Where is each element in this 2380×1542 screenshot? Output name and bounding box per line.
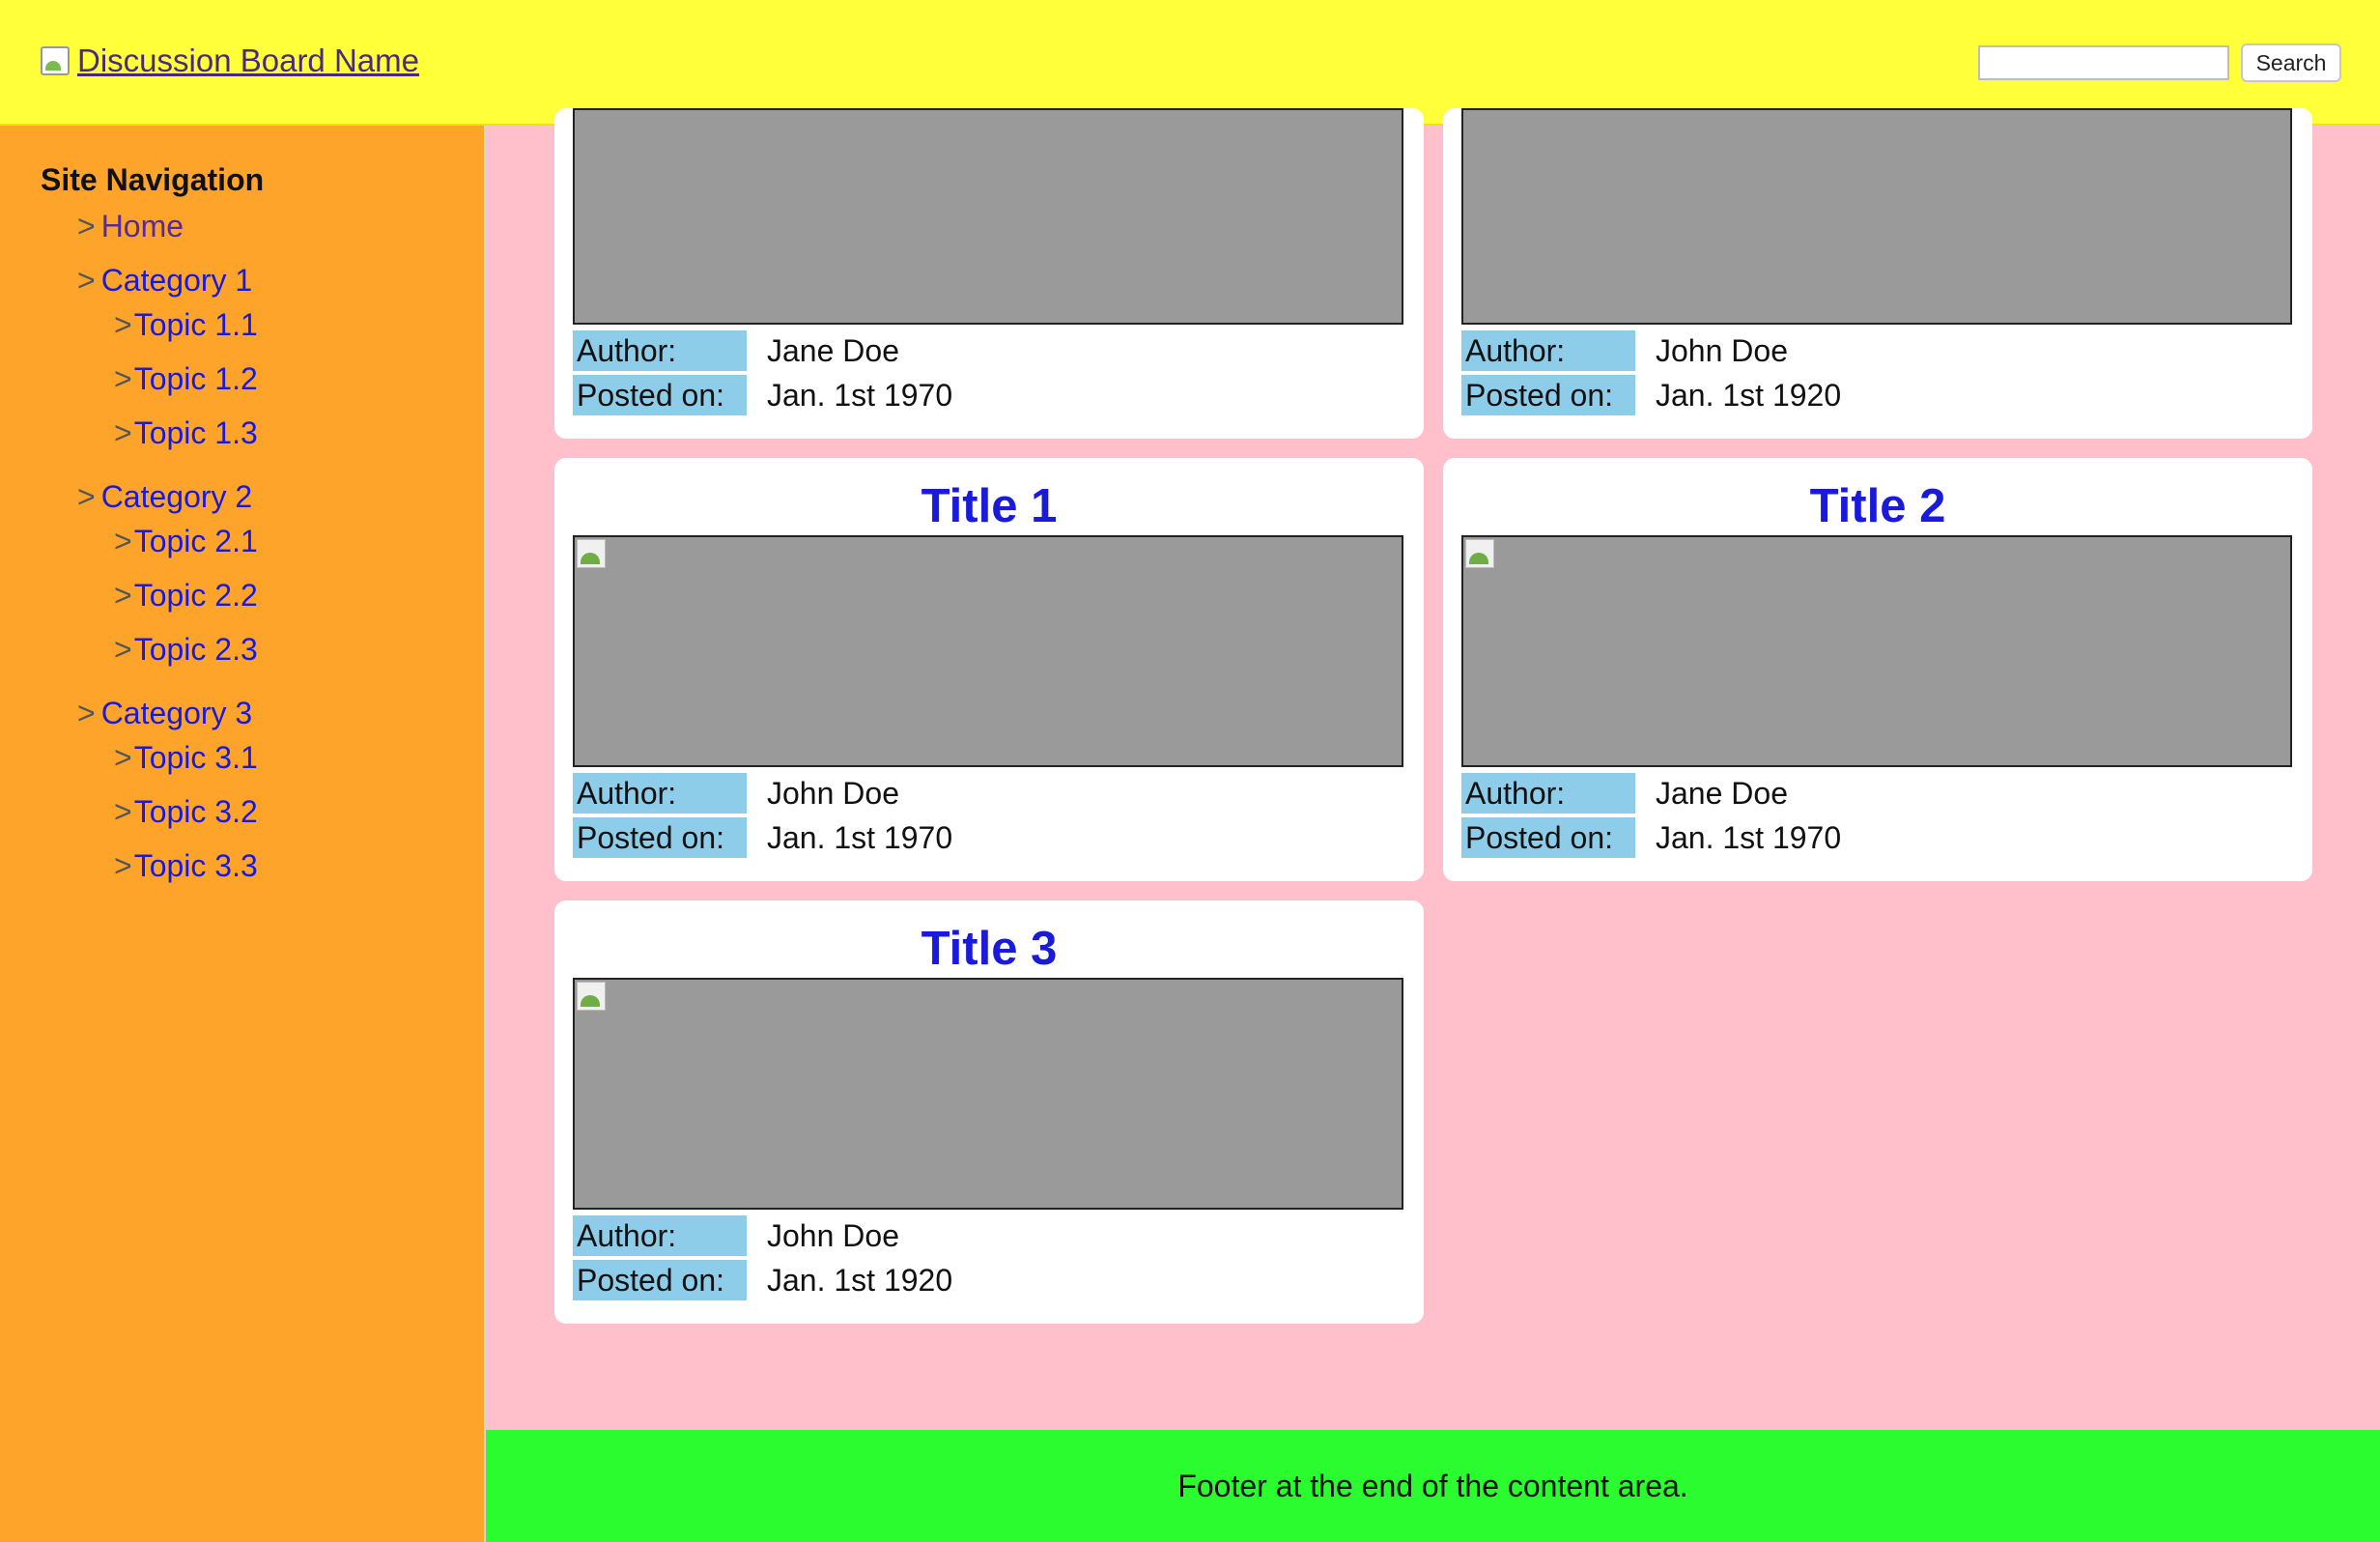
post-title: Title 1 (554, 479, 1424, 533)
brand-label: Discussion Board Name (77, 43, 419, 78)
nav-item-category-1: > Category 1 (77, 263, 252, 299)
nav-item-topic-2-1: >Topic 2.1 (114, 524, 258, 559)
category-3-link[interactable]: Category 3 (101, 696, 253, 730)
author-value: Jane Doe (1656, 776, 1788, 811)
posted-value: Jan. 1st 1970 (767, 820, 953, 855)
topic-1-2-link[interactable]: Topic 1.2 (134, 361, 258, 396)
broken-image-icon (1465, 539, 1494, 568)
topic-3-3-link[interactable]: Topic 3.3 (134, 848, 258, 883)
nav-arrow-icon: > (114, 307, 132, 342)
author-label: Author: (573, 1215, 747, 1256)
home-link[interactable]: Home (101, 209, 184, 243)
nav-item-topic-2-3: >Topic 2.3 (114, 632, 258, 668)
post-title: Title 2 (1443, 479, 2312, 533)
nav-arrow-icon: > (114, 632, 132, 667)
nav-item-topic-2-2: >Topic 2.2 (114, 578, 258, 614)
broken-image-icon (577, 539, 606, 568)
author-label: Author: (1461, 773, 1635, 814)
post-title-link[interactable]: Title 1 (921, 480, 1058, 532)
post-card: Author: John Doe Posted on: Jan. 1st 192… (1443, 108, 2312, 439)
category-1-link[interactable]: Category 1 (101, 263, 253, 298)
nav-item-topic-3-1: >Topic 3.1 (114, 740, 258, 776)
topic-2-1-link[interactable]: Topic 2.1 (134, 524, 258, 558)
search-input[interactable] (1978, 45, 2229, 80)
topic-2-3-link[interactable]: Topic 2.3 (134, 632, 258, 667)
author-value: Jane Doe (767, 333, 899, 368)
nav-item-topic-1-2: >Topic 1.2 (114, 361, 258, 397)
nav-item-topic-1-1: >Topic 1.1 (114, 307, 258, 343)
nav-item-home: > Home (77, 209, 184, 244)
post-image (573, 978, 1403, 1210)
nav-arrow-icon: > (114, 524, 132, 558)
nav-arrow-icon: > (114, 361, 132, 396)
topic-1-1-link[interactable]: Topic 1.1 (134, 307, 258, 342)
nav-item-topic-3-2: >Topic 3.2 (114, 794, 258, 830)
author-label: Author: (1461, 330, 1635, 371)
posted-label: Posted on: (573, 817, 747, 858)
posted-label: Posted on: (1461, 817, 1635, 858)
post-card: Title 1 Author: John Doe Posted on: Jan.… (554, 458, 1424, 881)
nav-arrow-icon: > (114, 794, 132, 829)
author-label: Author: (573, 330, 747, 371)
nav-arrow-icon: > (114, 848, 132, 883)
post-image (573, 108, 1403, 325)
post-image (1461, 108, 2292, 325)
topic-2-2-link[interactable]: Topic 2.2 (134, 578, 258, 613)
post-title: Title 3 (554, 922, 1424, 976)
nav-arrow-icon: > (77, 479, 96, 514)
author-label: Author: (573, 773, 747, 814)
header-bar: Discussion Board Name Search (0, 0, 2380, 126)
author-value: John Doe (767, 776, 899, 811)
nav-arrow-icon: > (77, 209, 96, 243)
nav-item-topic-3-3: >Topic 3.3 (114, 848, 258, 884)
post-title-link[interactable]: Title 2 (1810, 480, 1946, 532)
posted-value: Jan. 1st 1970 (1656, 820, 1842, 855)
post-image (573, 535, 1403, 767)
search-button[interactable]: Search (2241, 43, 2341, 82)
nav-item-category-2: > Category 2 (77, 479, 252, 515)
sidebar: Site Navigation > Home > Category 1 >Topic… (0, 126, 486, 1542)
post-image (1461, 535, 2292, 767)
brand-link[interactable]: Discussion Board Name (41, 43, 419, 79)
nav-arrow-icon: > (114, 740, 132, 775)
nav-arrow-icon: > (114, 415, 132, 450)
posted-value: Jan. 1st 1920 (1656, 378, 1842, 413)
post-card: Author: Jane Doe Posted on: Jan. 1st 197… (554, 108, 1424, 439)
footer-text: Footer at the end of the content area. (1177, 1468, 1688, 1503)
nav-item-topic-1-3: >Topic 1.3 (114, 415, 258, 451)
posted-label: Posted on: (573, 375, 747, 415)
author-value: John Doe (1656, 333, 1788, 368)
posted-label: Posted on: (1461, 375, 1635, 415)
posted-value: Jan. 1st 1970 (767, 378, 953, 413)
category-2-link[interactable]: Category 2 (101, 479, 253, 514)
nav-arrow-icon: > (77, 263, 96, 298)
topic-3-1-link[interactable]: Topic 3.1 (134, 740, 258, 775)
nav-title: Site Navigation (41, 162, 265, 197)
nav-item-category-3: > Category 3 (77, 696, 252, 731)
post-card: Title 3 Author: John Doe Posted on: Jan.… (554, 900, 1424, 1324)
nav-arrow-icon: > (77, 696, 96, 730)
post-card: Title 2 Author: Jane Doe Posted on: Jan.… (1443, 458, 2312, 881)
broken-image-icon (577, 982, 606, 1011)
author-value: John Doe (767, 1218, 899, 1253)
posted-label: Posted on: (573, 1260, 747, 1300)
nav-arrow-icon: > (114, 578, 132, 613)
post-title-link[interactable]: Title 3 (921, 923, 1058, 975)
footer: Footer at the end of the content area. (486, 1430, 2380, 1542)
brand-logo-icon (41, 46, 70, 75)
topic-3-2-link[interactable]: Topic 3.2 (134, 794, 258, 829)
posted-value: Jan. 1st 1920 (767, 1263, 953, 1298)
topic-1-3-link[interactable]: Topic 1.3 (134, 415, 258, 450)
